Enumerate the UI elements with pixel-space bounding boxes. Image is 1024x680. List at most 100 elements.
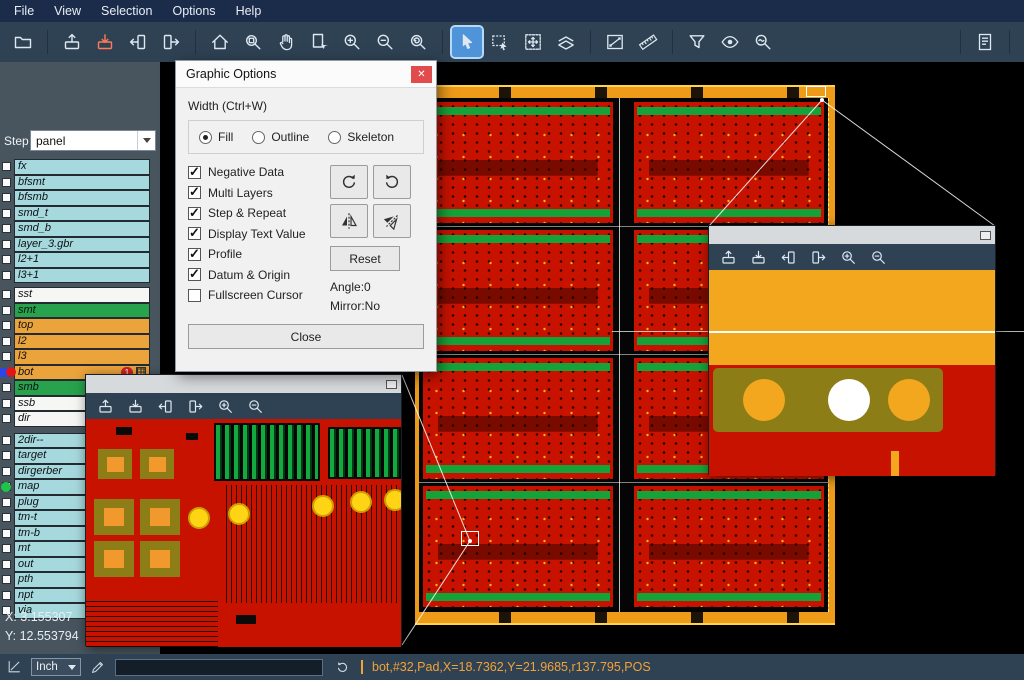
select-window-button[interactable]: [485, 27, 515, 57]
radio-option-outline[interactable]: Outline: [252, 130, 309, 144]
layer-visibility-checkbox[interactable]: [2, 383, 11, 392]
layer-visibility-checkbox[interactable]: [2, 591, 11, 600]
zoom-in-button[interactable]: [337, 27, 367, 57]
checkbox-negative-data[interactable]: Negative Data: [188, 165, 328, 179]
combo-dropdown-button[interactable]: [137, 131, 155, 150]
layer-visibility-checkbox[interactable]: [2, 321, 11, 330]
layer-name[interactable]: fx: [14, 159, 150, 175]
layer-visibility-checkbox[interactable]: [2, 575, 11, 584]
rotate-ccw-button[interactable]: [373, 165, 411, 199]
layer-name[interactable]: l3+1: [14, 268, 150, 284]
layer-visibility-checkbox[interactable]: [2, 352, 11, 361]
layer-visibility-checkbox[interactable]: [2, 544, 11, 553]
zoom-out-button[interactable]: [244, 395, 266, 417]
layer-visibility-checkbox[interactable]: [2, 178, 11, 187]
export-down-button[interactable]: [90, 27, 120, 57]
close-icon[interactable]: [411, 66, 432, 83]
export-right-button[interactable]: [807, 246, 829, 268]
radio-button[interactable]: [252, 131, 265, 144]
checkbox-step-repeat[interactable]: Step & Repeat: [188, 206, 328, 220]
layer-name[interactable]: smd_t: [14, 206, 150, 222]
layer-visibility-checkbox[interactable]: [2, 467, 11, 476]
radio-button[interactable]: [199, 131, 212, 144]
layer-visibility-checkbox[interactable]: [2, 193, 11, 202]
mirror-diagonal-button[interactable]: [373, 204, 411, 238]
zoom-in-button[interactable]: [214, 395, 236, 417]
report-list-button[interactable]: [970, 27, 1000, 57]
layer-visibility-checkbox[interactable]: [2, 414, 11, 423]
checkbox[interactable]: [188, 268, 201, 281]
maximize-icon[interactable]: [980, 231, 991, 240]
checkbox[interactable]: [188, 248, 201, 261]
layer-name[interactable]: smt: [14, 303, 150, 319]
layer-visibility-checkbox[interactable]: [2, 451, 11, 460]
maximize-icon[interactable]: [386, 380, 397, 389]
menu-file[interactable]: File: [4, 1, 44, 21]
zoom-out-button[interactable]: [867, 246, 889, 268]
magnified-view[interactable]: [709, 270, 995, 476]
layer-visibility-checkbox[interactable]: [2, 224, 11, 233]
checkbox-multi-layers[interactable]: Multi Layers: [188, 186, 328, 200]
transform-select-button[interactable]: [518, 27, 548, 57]
layer-visibility-checkbox[interactable]: [2, 271, 11, 280]
dialog-title-bar[interactable]: Graphic Options: [176, 61, 436, 88]
zoom-in-button[interactable]: [837, 246, 859, 268]
filter-button[interactable]: [682, 27, 712, 57]
export-up-button[interactable]: [94, 395, 116, 417]
layer-visibility-checkbox[interactable]: [2, 498, 11, 507]
checkbox-display-text-value[interactable]: Display Text Value: [188, 227, 328, 241]
layer-name[interactable]: smd_b: [14, 221, 150, 237]
drag-view-button[interactable]: [304, 27, 334, 57]
layer-name[interactable]: layer_3.gbr: [14, 237, 150, 253]
checkbox-fullscreen-cursor[interactable]: Fullscreen Cursor: [188, 288, 328, 302]
loop-search-button[interactable]: [748, 27, 778, 57]
mirror-horizontal-button[interactable]: [330, 204, 368, 238]
layer-visibility-checkbox[interactable]: [2, 240, 11, 249]
align-layers-button[interactable]: [551, 27, 581, 57]
ruler-button[interactable]: [633, 27, 663, 57]
checkbox-profile[interactable]: Profile: [188, 247, 328, 261]
zoom-previous-button[interactable]: [403, 27, 433, 57]
menu-options[interactable]: Options: [162, 1, 225, 21]
export-up-button[interactable]: [717, 246, 739, 268]
home-view-button[interactable]: [205, 27, 235, 57]
layer-name[interactable]: l2: [14, 334, 150, 350]
refresh-button[interactable]: [332, 657, 352, 677]
layer-visibility-checkbox[interactable]: [2, 290, 11, 299]
close-button[interactable]: Close: [188, 324, 424, 349]
export-left-button[interactable]: [123, 27, 153, 57]
step-combobox[interactable]: panel: [30, 130, 156, 151]
magnified-view[interactable]: [86, 419, 401, 647]
unit-combobox[interactable]: Inch: [31, 658, 81, 676]
layer-name[interactable]: bfsmt: [14, 175, 150, 191]
checkbox[interactable]: [188, 227, 201, 240]
radio-option-skeleton[interactable]: Skeleton: [328, 130, 394, 144]
layer-name[interactable]: top: [14, 318, 150, 334]
export-left-button[interactable]: [154, 395, 176, 417]
layer-visibility-checkbox[interactable]: [2, 306, 11, 315]
layer-visibility-checkbox[interactable]: [2, 337, 11, 346]
reset-button[interactable]: Reset: [330, 246, 400, 271]
checkbox[interactable]: [188, 207, 201, 220]
radio-button[interactable]: [328, 131, 341, 144]
checkbox[interactable]: [188, 186, 201, 199]
export-down-button[interactable]: [124, 395, 146, 417]
magnifier-title-bar[interactable]: [86, 375, 401, 393]
checkbox[interactable]: [188, 289, 201, 302]
export-up-button[interactable]: [57, 27, 87, 57]
layer-visibility-checkbox[interactable]: [2, 529, 11, 538]
layer-visibility-checkbox[interactable]: [2, 513, 11, 522]
menu-selection[interactable]: Selection: [91, 1, 162, 21]
command-input[interactable]: [115, 659, 323, 676]
rotate-cw-button[interactable]: [330, 165, 368, 199]
checkbox-datum-origin[interactable]: Datum & Origin: [188, 268, 328, 282]
menu-view[interactable]: View: [44, 1, 91, 21]
layer-visibility-checkbox[interactable]: [2, 209, 11, 218]
export-right-button[interactable]: [156, 27, 186, 57]
checkbox[interactable]: [188, 166, 201, 179]
layer-visibility-checkbox[interactable]: [2, 436, 11, 445]
highlight-eye-button[interactable]: [715, 27, 745, 57]
magnifier-title-bar[interactable]: [709, 226, 995, 244]
open-folder-button[interactable]: [8, 27, 38, 57]
layer-visibility-checkbox[interactable]: [2, 560, 11, 569]
